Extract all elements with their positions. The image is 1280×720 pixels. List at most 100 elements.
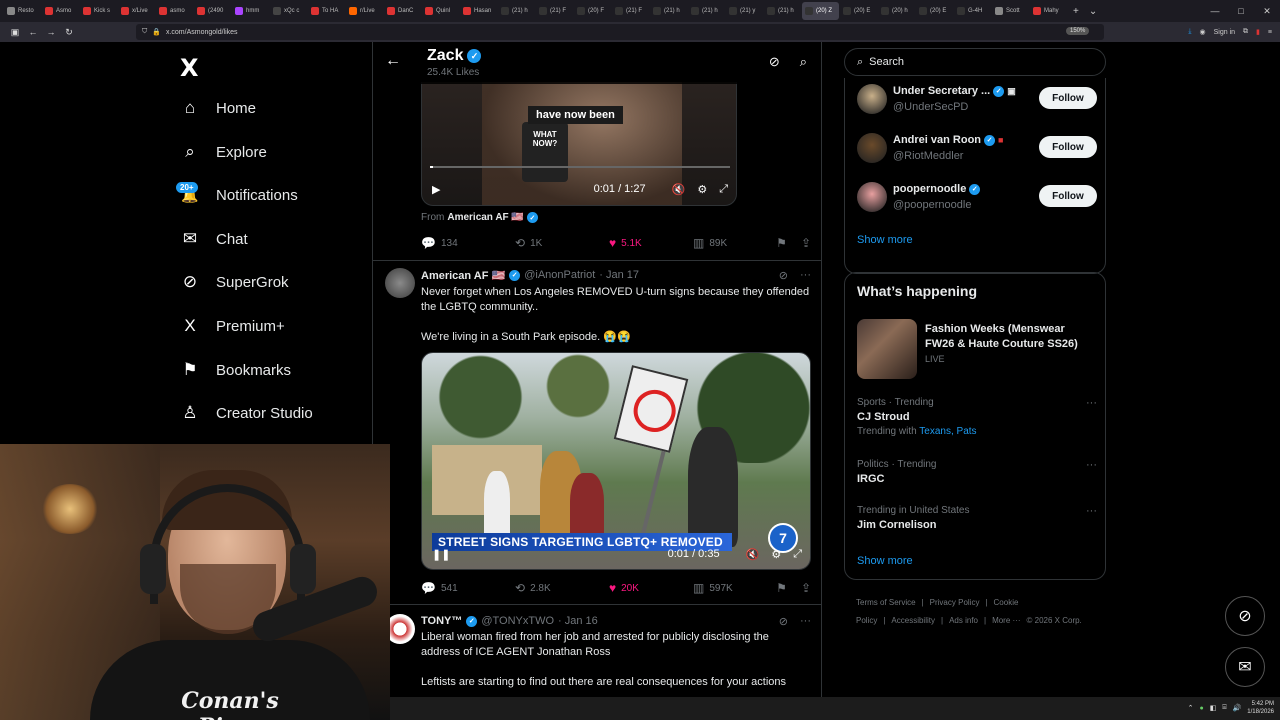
follow-button[interactable]: Follow xyxy=(1039,185,1097,207)
browser-tab[interactable]: G-4H xyxy=(954,2,991,20)
tweet-date[interactable]: · Jan 16 xyxy=(558,615,598,627)
browser-tab[interactable]: (21) y xyxy=(726,2,763,20)
footer-link[interactable]: Accessibility xyxy=(891,616,935,625)
follow-button[interactable]: Follow xyxy=(1039,136,1097,158)
follow-suggestion[interactable]: Andrei van Roon ✓ ■ @RiotMeddler Follow xyxy=(857,133,1097,167)
browser-tab[interactable]: Hasan xyxy=(460,2,497,20)
avatar[interactable] xyxy=(857,133,887,163)
more-icon[interactable]: ··· xyxy=(1086,459,1097,471)
nav-item-premium[interactable]: X Premium+ xyxy=(180,311,284,341)
tab-list-icon[interactable]: ⌄ xyxy=(1089,6,1097,17)
grok-fab[interactable]: ⊘ xyxy=(1225,596,1265,636)
footer-link[interactable]: More ··· xyxy=(992,616,1020,625)
trend-item[interactable]: Politics · Trending IRGC ··· xyxy=(857,459,1097,485)
back-arrow-icon[interactable]: ← xyxy=(385,52,401,70)
search-input[interactable]: Search xyxy=(869,56,904,68)
fullscreen-icon[interactable]: ⤢ xyxy=(719,183,728,196)
browser-tab[interactable]: (20) F xyxy=(574,2,611,20)
zoom-badge[interactable]: 150% xyxy=(1066,27,1090,35)
mute-icon[interactable]: 🔇 xyxy=(746,548,760,561)
grok-icon[interactable]: ⊘ xyxy=(779,269,788,282)
like-button[interactable]: ♥ 5.1K xyxy=(609,236,693,250)
browser-tab[interactable]: (21) h xyxy=(688,2,725,20)
tray-icon[interactable]: ⌃ xyxy=(1188,704,1194,712)
browser-tab[interactable]: (21) F xyxy=(612,2,649,20)
new-tab-icon[interactable]: + xyxy=(1073,6,1079,17)
volume-icon[interactable]: 🔊 xyxy=(1233,704,1242,712)
reply-button[interactable]: 💬 134 xyxy=(421,236,515,250)
browser-tab[interactable]: Mahy xyxy=(1030,2,1067,20)
browser-tab[interactable]: (21) h xyxy=(498,2,535,20)
bookmark-icon[interactable]: ⚑ xyxy=(776,236,787,250)
views-button[interactable]: ▥ 89K xyxy=(693,236,727,250)
browser-tab[interactable]: (21) h xyxy=(764,2,801,20)
bookmark-icon[interactable]: ⚑ xyxy=(776,581,787,595)
video-player[interactable]: STREET SIGNS TARGETING LGBTQ+ REMOVED 7 … xyxy=(421,352,811,570)
share-icon[interactable]: ⇪ xyxy=(801,581,811,595)
sign-in-link[interactable]: Sign in xyxy=(1214,29,1235,36)
fullscreen-icon[interactable]: ⤢ xyxy=(793,548,802,561)
avatar[interactable] xyxy=(857,182,887,212)
sidebar-toggle-icon[interactable]: ▣ xyxy=(6,27,24,38)
repost-button[interactable]: ⟲ 2.8K xyxy=(515,581,609,595)
tray-icon[interactable]: ◧ xyxy=(1210,704,1217,712)
browser-tab[interactable]: To HA xyxy=(308,2,345,20)
footer-link[interactable]: Privacy Policy xyxy=(930,598,980,607)
more-icon[interactable]: ··· xyxy=(800,615,811,628)
browser-tab[interactable]: (21) h xyxy=(650,2,687,20)
featured-trend[interactable]: Fashion Weeks (Menswear FW26 & Haute Cou… xyxy=(857,319,1097,379)
extensions-icon[interactable]: ⧉ xyxy=(1243,28,1248,36)
extension-icon[interactable]: ▮ xyxy=(1256,28,1260,36)
follow-suggestion[interactable]: poopernoodle ✓ @poopernoodle Follow xyxy=(857,182,1097,216)
x-logo[interactable]: X xyxy=(180,54,199,82)
share-icon[interactable]: ⇪ xyxy=(801,236,811,250)
nav-item-notifications[interactable]: 🔔 Notifications xyxy=(180,180,297,210)
show-more-link[interactable]: Show more xyxy=(857,234,913,246)
reload-icon[interactable]: ↻ xyxy=(60,27,78,38)
avatar[interactable] xyxy=(857,84,887,114)
browser-tab[interactable]: (20) E xyxy=(840,2,877,20)
nav-item-supergrok[interactable]: ⊘ SuperGrok xyxy=(180,267,289,297)
browser-tab[interactable]: Kick s xyxy=(80,2,117,20)
browser-tab[interactable]: x/Live xyxy=(118,2,155,20)
account-icon[interactable]: ◉ xyxy=(1200,28,1206,36)
url-bar[interactable]: ⛉ 🔒 x.com/Asmongold/likes 150% xyxy=(136,24,1104,40)
clock[interactable]: 5:42 PM 1/18/2026 xyxy=(1247,700,1274,716)
maximize-icon[interactable]: □ xyxy=(1228,6,1254,16)
forward-icon[interactable]: → xyxy=(42,27,60,37)
video-progress-bar[interactable] xyxy=(430,166,730,168)
author-handle[interactable]: @iAnonPatriot xyxy=(524,269,595,281)
search-icon[interactable]: ⌕ xyxy=(800,54,807,70)
browser-tab[interactable]: Asmo xyxy=(42,2,79,20)
mute-icon[interactable]: 🔇 xyxy=(672,183,686,196)
search-box[interactable]: ⌕ Search xyxy=(844,48,1106,76)
browser-tab[interactable]: hmm xyxy=(232,2,269,20)
from-name[interactable]: American AF 🇺🇸 xyxy=(447,212,524,223)
browser-tab[interactable]: asmo xyxy=(156,2,193,20)
browser-tab[interactable]: (20) E xyxy=(916,2,953,20)
back-icon[interactable]: ← xyxy=(24,27,42,37)
browser-tab[interactable]: (20) h xyxy=(878,2,915,20)
browser-tab[interactable]: r/Live xyxy=(346,2,383,20)
browser-tab[interactable]: Scott xyxy=(992,2,1029,20)
tray-icon[interactable]: ● xyxy=(1200,705,1204,712)
browser-tab[interactable]: Resto xyxy=(4,2,41,20)
download-icon[interactable]: ⤓ xyxy=(1188,28,1191,36)
close-window-icon[interactable]: ✕ xyxy=(1254,6,1280,17)
footer-link[interactable]: Terms of Service xyxy=(856,598,916,607)
messages-fab[interactable]: ✉ xyxy=(1225,647,1265,687)
trend-item[interactable]: Sports · Trending CJ Stroud Trending wit… xyxy=(857,397,1097,437)
play-icon[interactable]: ▶ xyxy=(432,183,440,196)
more-icon[interactable]: ··· xyxy=(1086,397,1097,409)
browser-tab[interactable]: (21) F xyxy=(536,2,573,20)
author-handle[interactable]: @TONYxTWO xyxy=(481,615,554,627)
repost-button[interactable]: ⟲ 1K xyxy=(515,236,609,250)
nav-item-explore[interactable]: ⌕ Explore xyxy=(180,137,267,167)
browser-tab[interactable]: Quinl xyxy=(422,2,459,20)
show-more-link[interactable]: Show more xyxy=(857,555,913,567)
follow-button[interactable]: Follow xyxy=(1039,87,1097,109)
trending-with-links[interactable]: Texans, Pats xyxy=(919,426,976,437)
more-icon[interactable]: ··· xyxy=(1086,505,1097,517)
author-name[interactable]: American AF 🇺🇸 xyxy=(421,269,505,282)
pause-icon[interactable]: ❚❚ xyxy=(432,548,450,561)
